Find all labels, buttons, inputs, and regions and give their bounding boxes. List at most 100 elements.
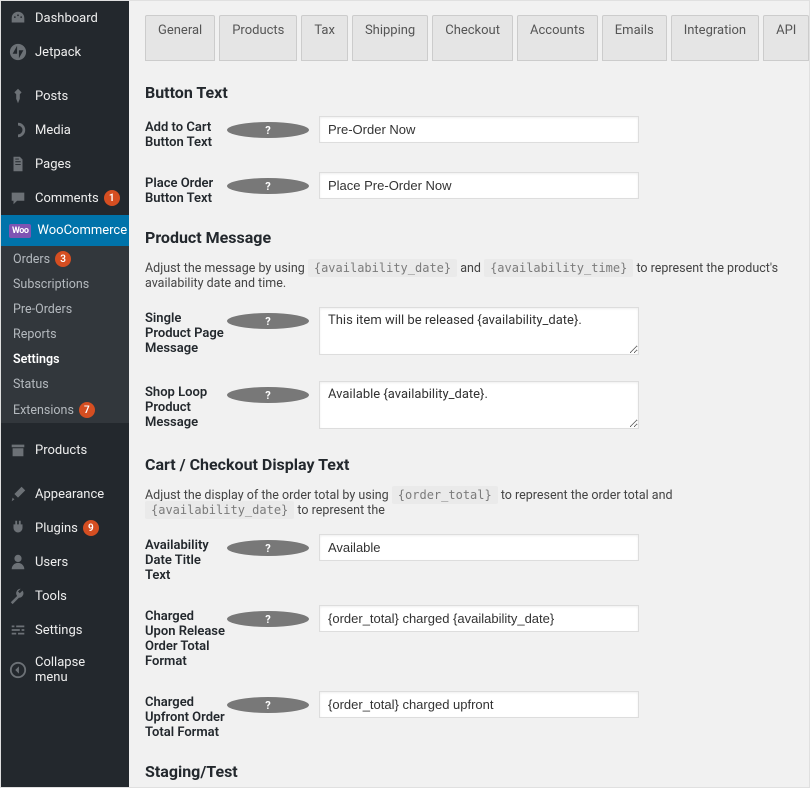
code-token: {availability_time} — [484, 259, 633, 277]
section-heading-button-text: Button Text — [145, 83, 809, 102]
extensions-badge: 7 — [79, 402, 95, 418]
charged-upfront-input[interactable] — [319, 691, 639, 718]
place-order-text-input[interactable] — [319, 172, 639, 199]
comments-badge: 1 — [104, 190, 120, 206]
sidebar-sub-extensions[interactable]: Extensions 7 — [1, 397, 129, 423]
sidebar-label: Comments — [35, 191, 99, 206]
tab-tax[interactable]: Tax — [301, 15, 348, 61]
sidebar-sub-label: Reports — [13, 327, 57, 342]
field-label: Add to Cart Button Text — [145, 120, 227, 150]
tab-general[interactable]: General — [145, 15, 215, 61]
tab-api[interactable]: API — [763, 15, 809, 61]
comment-icon — [9, 189, 27, 207]
charged-release-input[interactable] — [319, 605, 639, 632]
sidebar-item-dashboard[interactable]: Dashboard — [1, 1, 129, 35]
section-description: Adjust the display of the order total by… — [145, 488, 809, 518]
orders-badge: 3 — [55, 251, 71, 267]
collapse-icon — [9, 661, 27, 679]
help-icon[interactable]: ? — [227, 313, 309, 329]
add-to-cart-text-input[interactable] — [319, 116, 639, 143]
field-label: Place Order Button Text — [145, 176, 227, 206]
sidebar-sub-label: Settings — [13, 352, 60, 367]
sidebar-label: Settings — [35, 623, 82, 638]
plug-icon — [9, 519, 27, 537]
field-label: Shop Loop Product Message — [145, 385, 227, 430]
help-icon[interactable]: ? — [227, 387, 309, 403]
sidebar-sub-label: Subscriptions — [13, 277, 89, 292]
sidebar-item-pages[interactable]: Pages — [1, 147, 129, 181]
shop-loop-message-textarea[interactable]: Available {availability_date}. — [319, 381, 639, 429]
sidebar-label: Pages — [35, 157, 71, 172]
sidebar-sub-reports[interactable]: Reports — [1, 322, 129, 347]
brush-icon — [9, 485, 27, 503]
user-icon — [9, 553, 27, 571]
help-icon[interactable]: ? — [227, 122, 309, 138]
sidebar-label: Collapse menu — [35, 655, 121, 685]
tab-shipping[interactable]: Shipping — [352, 15, 428, 61]
tab-checkout[interactable]: Checkout — [432, 15, 513, 61]
media-icon — [9, 121, 27, 139]
field-label: Availability Date Title Text — [145, 538, 227, 583]
sidebar-item-posts[interactable]: Posts — [1, 79, 129, 113]
field-label: Charged Upfront Order Total Format — [145, 695, 227, 740]
sidebar-label: Plugins — [35, 521, 78, 536]
availability-title-input[interactable] — [319, 534, 639, 561]
tab-integration[interactable]: Integration — [671, 15, 759, 61]
sidebar-item-appearance[interactable]: Appearance — [1, 477, 129, 511]
sidebar-sub-label: Extensions — [13, 403, 74, 418]
settings-tabs: General Products Tax Shipping Checkout A… — [145, 15, 809, 61]
sidebar-label: Media — [35, 123, 71, 138]
field-label: Charged Upon Release Order Total Format — [145, 609, 227, 669]
sidebar-label: Tools — [35, 589, 67, 604]
sidebar-item-plugins[interactable]: Plugins 9 — [1, 511, 129, 545]
sidebar-sub-preorders[interactable]: Pre-Orders — [1, 297, 129, 322]
sidebar-item-products[interactable]: Products — [1, 433, 129, 467]
sidebar-sub-status[interactable]: Status — [1, 372, 129, 397]
section-heading-cart-checkout: Cart / Checkout Display Text — [145, 455, 809, 474]
sidebar-sub-label: Status — [13, 377, 49, 392]
wrench-icon — [9, 587, 27, 605]
sidebar-label: Jetpack — [35, 45, 81, 60]
woo-icon: Woo — [9, 224, 31, 238]
sidebar-item-woocommerce[interactable]: Woo WooCommerce — [1, 215, 129, 246]
sidebar-item-jetpack[interactable]: Jetpack — [1, 35, 129, 69]
sidebar-label: Users — [35, 555, 68, 570]
sidebar-item-settings[interactable]: Settings — [1, 613, 129, 647]
sidebar-sub-label: Pre-Orders — [13, 302, 72, 317]
section-heading-staging: Staging/Test — [145, 762, 809, 781]
sidebar-item-tools[interactable]: Tools — [1, 579, 129, 613]
sidebar-item-users[interactable]: Users — [1, 545, 129, 579]
collapse-menu[interactable]: Collapse menu — [1, 647, 129, 693]
sidebar-label: WooCommerce — [37, 223, 127, 238]
section-heading-product-message: Product Message — [145, 228, 809, 247]
help-icon[interactable]: ? — [227, 697, 309, 713]
tab-emails[interactable]: Emails — [602, 15, 667, 61]
code-token: {availability_date} — [145, 501, 294, 519]
sidebar-label: Appearance — [35, 487, 104, 502]
pin-icon — [9, 87, 27, 105]
jetpack-icon — [9, 43, 27, 61]
sidebar-item-media[interactable]: Media — [1, 113, 129, 147]
code-token: {availability_date} — [308, 259, 457, 277]
tab-accounts[interactable]: Accounts — [517, 15, 598, 61]
sidebar-sub-orders[interactable]: Orders 3 — [1, 246, 129, 272]
sidebar-sub-settings[interactable]: Settings — [1, 347, 129, 372]
sidebar-item-comments[interactable]: Comments 1 — [1, 181, 129, 215]
help-icon[interactable]: ? — [227, 540, 309, 556]
pages-icon — [9, 155, 27, 173]
sidebar-label: Posts — [35, 89, 68, 104]
help-icon[interactable]: ? — [227, 178, 309, 194]
field-label: Single Product Page Message — [145, 311, 227, 356]
help-icon[interactable]: ? — [227, 611, 309, 627]
single-product-message-textarea[interactable]: This item will be released {availability… — [319, 307, 639, 355]
main-content: General Products Tax Shipping Checkout A… — [129, 1, 809, 787]
plugins-badge: 9 — [83, 520, 99, 536]
sidebar-label: Products — [35, 443, 87, 458]
tab-products[interactable]: Products — [219, 15, 297, 61]
archive-icon — [9, 441, 27, 459]
gauge-icon — [9, 9, 27, 27]
sidebar-label: Dashboard — [35, 11, 98, 26]
sidebar-sub-label: Orders — [13, 252, 50, 267]
code-token: {order_total} — [392, 486, 498, 504]
sidebar-sub-subscriptions[interactable]: Subscriptions — [1, 272, 129, 297]
